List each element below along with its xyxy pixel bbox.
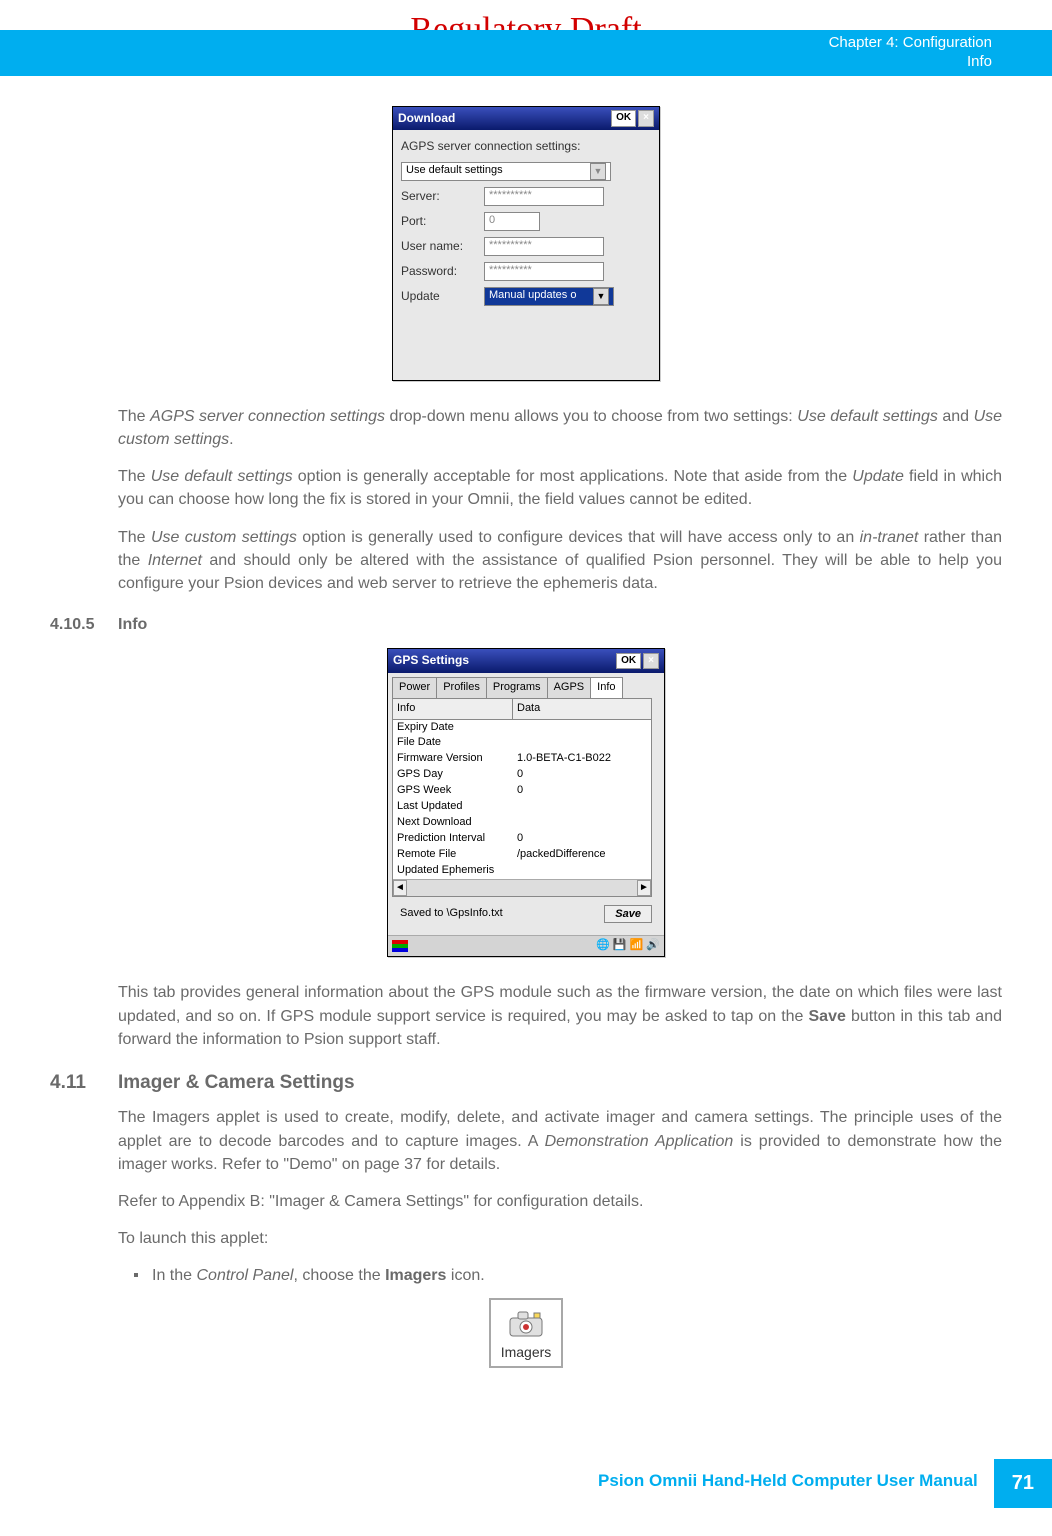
section-title: Info <box>118 613 147 636</box>
ok-button[interactable]: OK <box>611 110 636 127</box>
header-text: Chapter 4: Configuration Info <box>829 34 992 72</box>
horizontal-scrollbar[interactable]: ◄► <box>393 879 651 897</box>
chevron-down-icon: ▼ <box>593 288 609 305</box>
section-4-11: 4.11 Imager & Camera Settings <box>50 1069 1002 1097</box>
tab-profiles[interactable]: Profiles <box>436 677 487 698</box>
conn-dropdown[interactable]: Use default settings▼ <box>401 162 611 181</box>
user-field: ********** <box>484 237 604 256</box>
user-label: User name: <box>401 238 476 255</box>
ok-button[interactable]: OK <box>616 653 641 670</box>
tab-info[interactable]: Info <box>590 677 622 698</box>
imagers-cp-icon[interactable]: Imagers <box>489 1298 564 1368</box>
scroll-right-icon[interactable]: ► <box>637 880 651 897</box>
saved-path: Saved to \GpsInfo.txt <box>400 906 503 922</box>
paragraph: The Use default settings option is gener… <box>118 465 1002 511</box>
camera-icon <box>504 1308 548 1338</box>
header-sub: Info <box>829 53 992 72</box>
bullet: In the Control Panel, choose the Imagers… <box>134 1264 1002 1287</box>
info-row: Firmware Version1.0-BETA-C1-B022 <box>393 751 651 767</box>
header-chapter: Chapter 4: Configuration <box>829 34 992 53</box>
paragraph: The AGPS server connection settings drop… <box>118 405 1002 451</box>
close-icon[interactable]: × <box>638 110 654 127</box>
save-button[interactable]: Save <box>604 905 652 923</box>
chevron-down-icon: ▼ <box>590 163 606 180</box>
info-row: Remote File/packedDifference <box>393 847 651 863</box>
port-label: Port: <box>401 213 476 230</box>
paragraph: The Use custom settings option is genera… <box>118 526 1002 596</box>
paragraph: The Imagers applet is used to create, mo… <box>118 1106 1002 1176</box>
dialog-titlebar: GPS Settings OK × <box>388 649 664 672</box>
gps-settings-dialog: GPS Settings OK × Power Profiles Program… <box>387 648 665 957</box>
info-row: Updated Ephemeris <box>393 863 651 879</box>
server-field: ********** <box>484 187 604 206</box>
section-4-10-5: 4.10.5 Info <box>50 613 1002 636</box>
pass-label: Password: <box>401 263 476 280</box>
icon-caption: Imagers <box>501 1342 552 1362</box>
tab-agps[interactable]: AGPS <box>547 677 592 698</box>
section-number: 4.11 <box>50 1069 118 1097</box>
scroll-left-icon[interactable]: ◄ <box>393 880 407 897</box>
tabs: Power Profiles Programs AGPS Info <box>392 677 660 698</box>
info-row: File Date <box>393 735 651 751</box>
start-icon[interactable] <box>392 940 408 952</box>
update-dropdown[interactable]: Manual updates o▼ <box>484 287 614 306</box>
pass-field: ********** <box>484 262 604 281</box>
page-number: 71 <box>994 1459 1052 1508</box>
system-tray: 🌐 💾 📶 🔊 <box>388 935 664 956</box>
info-row: Last Updated <box>393 799 651 815</box>
tab-power[interactable]: Power <box>392 677 437 698</box>
info-row: Next Download <box>393 815 651 831</box>
dialog-title: Download <box>398 110 455 127</box>
bullet-dot <box>134 1273 138 1277</box>
footer: Psion Omnii Hand-Held Computer User Manu… <box>582 1459 1052 1508</box>
info-row: GPS Day0 <box>393 767 651 783</box>
info-row: GPS Week0 <box>393 783 651 799</box>
info-row: Prediction Interval0 <box>393 831 651 847</box>
tray-icons: 🌐 💾 📶 🔊 <box>596 938 660 954</box>
paragraph: This tab provides general information ab… <box>118 981 1002 1051</box>
section-number: 4.10.5 <box>50 613 118 636</box>
dialog-title: GPS Settings <box>393 652 469 669</box>
tab-programs[interactable]: Programs <box>486 677 548 698</box>
conn-label: AGPS server connection settings: <box>401 138 651 155</box>
dialog-titlebar: Download OK × <box>393 107 659 130</box>
paragraph: To launch this applet: <box>118 1227 1002 1250</box>
update-label: Update <box>401 288 476 305</box>
info-row: Expiry Date <box>393 720 651 736</box>
section-title: Imager & Camera Settings <box>118 1069 355 1097</box>
download-dialog: Download OK × AGPS server connection set… <box>392 106 660 381</box>
port-field: 0 <box>484 212 540 231</box>
info-table-header: InfoData <box>393 699 651 720</box>
close-icon[interactable]: × <box>643 653 659 670</box>
paragraph: Refer to Appendix B: "Imager & Camera Se… <box>118 1190 1002 1213</box>
server-label: Server: <box>401 188 476 205</box>
footer-title: Psion Omnii Hand-Held Computer User Manu… <box>582 1459 994 1508</box>
